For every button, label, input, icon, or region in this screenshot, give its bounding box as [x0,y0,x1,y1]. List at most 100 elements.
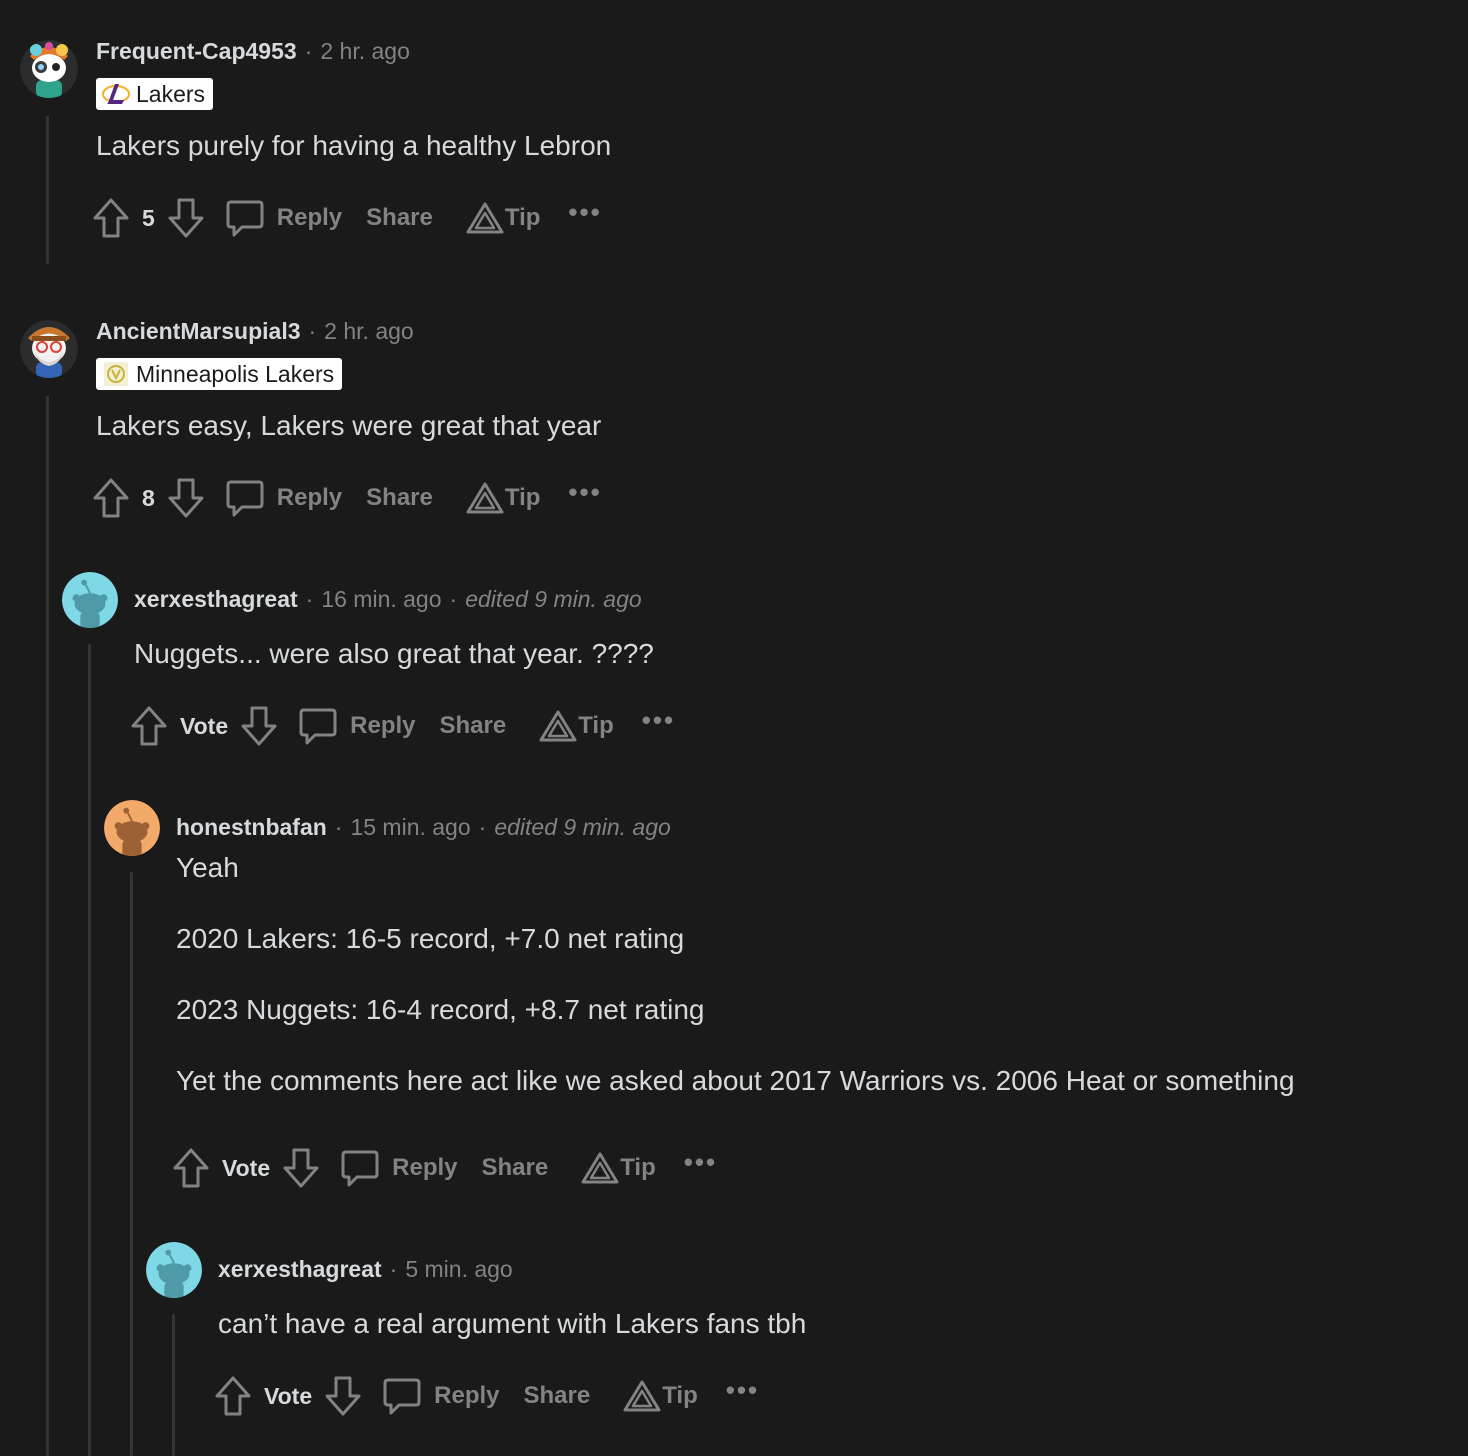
vote-score: Vote [180,712,229,739]
more-options-button[interactable]: ••• [726,1375,759,1406]
author-name[interactable]: xerxesthagreat [134,586,298,613]
comment-paragraph: Lakers purely for having a healthy Lebro… [96,130,612,161]
avatar[interactable] [20,40,78,98]
tip-label: Tip [504,204,541,231]
separator-dot: · [334,814,343,840]
share-button[interactable]: Share [524,1382,591,1410]
separator-dot: · [449,586,458,612]
share-button[interactable]: Share [366,484,433,512]
tip-triangle-icon [539,710,577,742]
avatar[interactable] [104,800,160,856]
avatar[interactable] [62,572,118,628]
share-button[interactable]: Share [366,204,433,232]
edited-timestamp: edited 9 min. ago [465,586,642,612]
timestamp[interactable]: 16 min. ago [321,586,441,613]
downvote-button[interactable] [324,1375,362,1417]
thread-line[interactable] [46,396,49,1456]
upvote-button[interactable] [92,197,130,239]
comment-body: can’t have a real argument with Lakers f… [218,1308,806,1340]
comment-paragraph: 2023 Nuggets: 16-4 record, +8.7 net rati… [176,994,705,1025]
timestamp[interactable]: 2 hr. ago [320,38,410,65]
downvote-arrow-icon [168,198,204,238]
reply-label: Reply [350,712,416,739]
avatar[interactable] [146,1242,202,1298]
tip-triangle-icon [581,1152,619,1184]
comment-paragraph: Lakers easy, Lakers were great that year [96,410,602,441]
comment-paragraph: Nuggets... were also great that year. ??… [134,638,654,669]
flair-text: Lakers [136,80,206,107]
thread-line[interactable] [130,872,133,1456]
separator-dot: · [478,814,487,840]
comment-actions: Vote Reply Share Tip ••• [172,1146,717,1190]
share-button[interactable]: Share [482,1154,549,1182]
vote-score: Vote [222,1154,271,1181]
thread-line[interactable] [172,1314,175,1456]
vote-score: 5 [142,204,155,231]
reply-button[interactable]: Reply [340,1148,458,1188]
reply-label: Reply [276,484,343,511]
thread-line[interactable] [46,116,49,264]
upvote-arrow-icon [131,706,167,746]
comment-paragraph: Yet the comments here act like we asked … [176,1065,1295,1096]
tip-label: Tip [578,712,614,739]
author-name[interactable]: Frequent-Cap4953 [96,38,297,65]
author-name[interactable]: xerxesthagreat [218,1256,382,1283]
tip-button[interactable]: Tip [465,481,540,515]
downvote-button[interactable] [167,197,205,239]
tip-button[interactable]: Tip [465,201,541,235]
reply-button[interactable]: Reply [225,198,342,238]
more-options-button[interactable]: ••• [642,705,675,736]
user-flair: Lakers [96,78,214,110]
comment-bubble-icon [383,1378,421,1415]
reply-button[interactable]: Reply [382,1376,500,1416]
thread-line[interactable] [88,644,91,1456]
tip-button[interactable]: Tip [622,1379,698,1413]
comment-paragraph: 2020 Lakers: 16-5 record, +7.0 net ratin… [176,923,685,954]
reply-button[interactable]: Reply [225,478,342,518]
tip-button[interactable]: Tip [580,1151,656,1185]
comment-paragraph: Yeah [176,852,239,883]
more-options-button[interactable]: ••• [568,477,601,508]
upvote-arrow-icon [93,198,129,238]
edited-timestamp: edited 9 min. ago [494,814,671,840]
comment-bubble-icon [226,480,264,517]
more-options-button[interactable]: ••• [684,1147,717,1178]
timestamp[interactable]: 5 min. ago [405,1256,512,1283]
reply-label: Reply [392,1154,458,1181]
more-options-button[interactable]: ••• [568,197,601,228]
separator-dot: · [389,1256,398,1282]
author-name[interactable]: honestnbafan [176,814,327,841]
upvote-button[interactable] [172,1147,210,1189]
downvote-arrow-icon [325,1376,361,1416]
comment-actions: 8 Reply Share Tip ••• [92,476,602,520]
comment-body: Nuggets... were also great that year. ??… [134,638,654,670]
comment-paragraph: can’t have a real argument with Lakers f… [218,1308,807,1339]
share-button[interactable]: Share [440,712,507,740]
comment-actions: 5 Reply Share Tip ••• [92,196,602,240]
upvote-arrow-icon [93,478,129,518]
comment-actions: Vote Reply Share Tip ••• [214,1374,759,1418]
tip-button[interactable]: Tip [538,709,614,743]
vote-score: 8 [142,484,155,511]
downvote-arrow-icon [241,706,277,746]
downvote-button[interactable] [167,477,205,519]
comment-bubble-icon [299,708,337,745]
upvote-arrow-icon [173,1148,209,1188]
reply-label: Reply [434,1382,500,1409]
comment-actions: Vote Reply Share Tip ••• [130,704,675,748]
separator-dot: · [304,38,313,64]
author-name[interactable]: AncientMarsupial3 [96,318,301,345]
comment-body: Lakers easy, Lakers were great that year [96,410,601,442]
lakers-logo-icon [102,84,130,104]
upvote-button[interactable] [130,705,168,747]
timestamp[interactable]: 2 hr. ago [324,318,414,345]
reply-button[interactable]: Reply [298,706,416,746]
upvote-button[interactable] [92,477,130,519]
tip-triangle-icon [466,202,504,234]
upvote-button[interactable] [214,1375,252,1417]
timestamp[interactable]: 15 min. ago [350,814,470,841]
downvote-button[interactable] [240,705,278,747]
downvote-button[interactable] [282,1147,320,1189]
reply-label: Reply [276,204,343,231]
avatar[interactable] [20,320,78,378]
